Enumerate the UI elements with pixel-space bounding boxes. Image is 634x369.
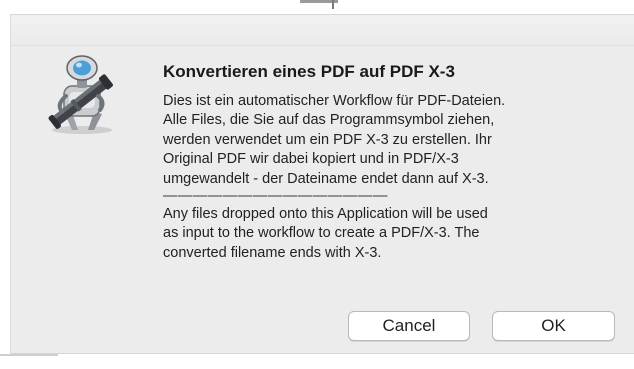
background-window-edge <box>0 0 634 14</box>
screen-margin <box>0 0 10 369</box>
message-line: Any files dropped onto this Application … <box>163 206 488 223</box>
background-window-tick <box>332 0 334 9</box>
dialog-titlebar <box>11 15 634 46</box>
ok-button[interactable]: OK <box>492 311 615 341</box>
dialog-message: Dies ist ein automatischer Workflow für … <box>163 92 618 263</box>
message-line: Dies ist ein automatischer Workflow für … <box>163 93 506 109</box>
message-line: Original PDF wir dabei kopiert und in PD… <box>163 151 459 168</box>
cancel-button[interactable]: Cancel <box>348 311 470 341</box>
screen-bottom-margin <box>0 354 634 369</box>
message-line: as input to the workflow to create a PDF… <box>163 225 480 242</box>
message-line: Alle Files, die Sie auf das Programmsymb… <box>163 112 495 129</box>
dialog-title: Konvertieren eines PDF auf PDF X-3 <box>163 62 455 81</box>
message-line: converted filename ends with X-3. <box>163 244 382 261</box>
message-separator: ——————————————— <box>163 188 388 205</box>
bottom-divider <box>0 354 58 356</box>
message-line: umgewandelt - der Dateiname endet dann a… <box>163 170 489 187</box>
automator-robot-icon <box>42 52 120 136</box>
message-line: werden verwendet um ein PDF X-3 zu erste… <box>163 131 492 148</box>
